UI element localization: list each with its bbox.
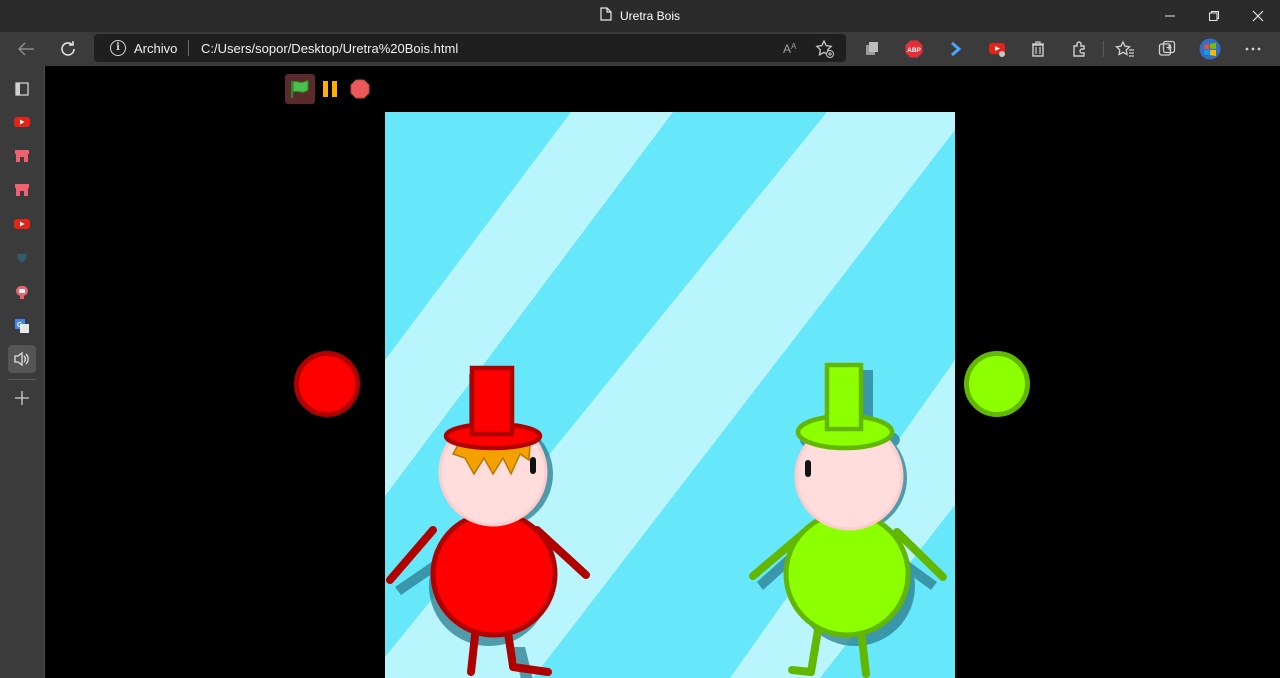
shield-tab-icon[interactable] bbox=[8, 244, 36, 272]
address-divider bbox=[188, 40, 189, 56]
page-document-icon bbox=[600, 6, 612, 26]
extensions-puzzle-icon[interactable] bbox=[1066, 36, 1094, 62]
refresh-icon[interactable] bbox=[54, 36, 82, 62]
game-stage[interactable] bbox=[385, 112, 955, 678]
app-tab-icon[interactable] bbox=[8, 278, 36, 306]
svg-text:A: A bbox=[791, 42, 797, 51]
trash-icon[interactable] bbox=[1024, 36, 1052, 62]
extension-arrow-icon[interactable] bbox=[942, 36, 970, 62]
pause-button[interactable] bbox=[315, 74, 345, 104]
adblock-plus-icon[interactable]: ABP bbox=[900, 36, 928, 62]
add-favorite-icon[interactable] bbox=[815, 39, 835, 64]
browser-toolbar: i Archivo C:/Users/sopor/Desktop/Uretra%… bbox=[0, 32, 1280, 66]
translate-tab-icon[interactable]: G bbox=[8, 312, 36, 340]
svg-text:G: G bbox=[17, 322, 23, 329]
vertical-tabs-sidebar: G bbox=[0, 66, 45, 678]
address-bar[interactable]: i Archivo C:/Users/sopor/Desktop/Uretra%… bbox=[94, 34, 846, 62]
store-tab-icon[interactable] bbox=[8, 142, 36, 170]
restore-button[interactable] bbox=[1192, 0, 1236, 32]
red-player-indicator bbox=[293, 350, 361, 423]
favorites-icon[interactable] bbox=[1111, 36, 1139, 62]
sidebar-divider bbox=[8, 379, 36, 380]
extension-copy-icon[interactable] bbox=[858, 36, 886, 62]
svg-text:ABP: ABP bbox=[907, 47, 921, 54]
green-player-indicator bbox=[963, 350, 1031, 423]
info-icon[interactable]: i bbox=[110, 40, 126, 56]
store-tab-icon-2[interactable] bbox=[8, 176, 36, 204]
speaker-tab-icon[interactable] bbox=[8, 345, 36, 373]
close-button[interactable] bbox=[1236, 0, 1280, 32]
youtube-tab-icon-2[interactable] bbox=[8, 210, 36, 238]
more-menu-icon[interactable] bbox=[1239, 36, 1267, 62]
youtube-extension-icon[interactable] bbox=[983, 36, 1011, 62]
address-url[interactable]: C:/Users/sopor/Desktop/Uretra%20Bois.htm… bbox=[201, 41, 458, 56]
svg-text:A: A bbox=[783, 42, 791, 56]
minimize-button[interactable] bbox=[1148, 0, 1192, 32]
back-arrow-icon[interactable] bbox=[12, 36, 40, 62]
title-bar: Uretra Bois bbox=[0, 0, 1280, 32]
window-title: Uretra Bois bbox=[619, 9, 681, 23]
add-tab-icon[interactable] bbox=[8, 384, 36, 412]
toolbar-divider bbox=[1103, 41, 1104, 57]
read-aloud-icon[interactable]: AA bbox=[782, 39, 800, 62]
address-scheme-label: Archivo bbox=[134, 41, 178, 56]
collections-icon[interactable] bbox=[1153, 36, 1181, 62]
tab-panel-icon[interactable] bbox=[8, 75, 36, 103]
game-area bbox=[45, 66, 1280, 678]
stop-button[interactable] bbox=[345, 74, 375, 104]
profile-avatar[interactable] bbox=[1196, 36, 1224, 62]
green-flag-button[interactable] bbox=[285, 74, 315, 104]
youtube-tab-icon[interactable] bbox=[8, 108, 36, 136]
